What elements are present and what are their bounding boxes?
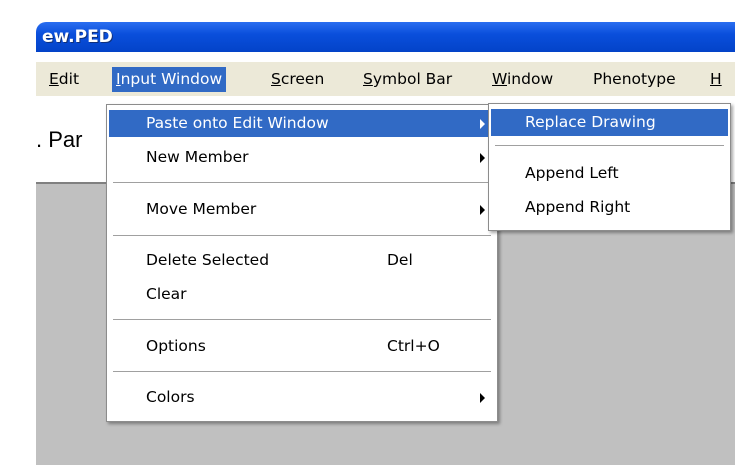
menu-item-clear[interactable]: Clear [109, 281, 495, 308]
title-bar[interactable]: ew.PED [36, 22, 735, 52]
menu-item-shortcut: Del [387, 251, 413, 269]
paste-submenu: Replace Drawing Append Left Append Right [488, 103, 731, 231]
menu-item-label: Delete Selected [146, 251, 270, 269]
menu-item-options[interactable]: Options Ctrl+O [109, 333, 495, 360]
menu-input-window[interactable]: Input Window [112, 67, 227, 92]
document-label: . Par [36, 127, 83, 152]
submenu-arrow-icon [480, 205, 485, 215]
menu-screen[interactable]: Screen [267, 67, 328, 92]
menu-item-label: Colors [146, 388, 195, 406]
input-window-menu: Paste onto Edit Window New Member Move M… [106, 104, 498, 422]
menu-item-label: Clear [146, 285, 187, 303]
window-title: ew.PED [42, 27, 113, 47]
menu-separator [495, 145, 724, 146]
submenu-item-append-left[interactable]: Append Left [491, 160, 728, 187]
menu-item-label: Paste onto Edit Window [146, 114, 329, 132]
menu-separator [113, 235, 491, 236]
menu-help[interactable]: H [706, 67, 726, 92]
submenu-item-append-right[interactable]: Append Right [491, 194, 728, 221]
menu-symbol-bar[interactable]: Symbol Bar [359, 67, 456, 92]
menu-item-label: Append Right [525, 198, 631, 216]
menu-item-delete-selected[interactable]: Delete Selected Del [109, 247, 495, 274]
menu-item-paste-onto-edit-window[interactable]: Paste onto Edit Window [109, 110, 495, 137]
submenu-arrow-icon [480, 119, 485, 129]
menu-item-label: New Member [146, 148, 249, 166]
menu-separator [113, 182, 491, 183]
menu-edit[interactable]: Edit [45, 67, 83, 92]
menu-item-move-member[interactable]: Move Member [109, 196, 495, 223]
menu-phenotype[interactable]: Phenotype [589, 67, 680, 92]
menu-item-new-member[interactable]: New Member [109, 144, 495, 171]
menu-item-label: Move Member [146, 200, 257, 218]
menu-bar: Edit Input Window Screen Symbol Bar Wind… [36, 62, 735, 97]
menu-separator [113, 371, 491, 372]
menu-window[interactable]: Window [488, 67, 557, 92]
submenu-arrow-icon [480, 393, 485, 403]
menu-item-label: Options [146, 337, 206, 355]
menu-item-shortcut: Ctrl+O [387, 337, 440, 355]
menu-separator [113, 319, 491, 320]
menu-item-label: Replace Drawing [525, 113, 656, 131]
menu-item-label: Append Left [525, 164, 619, 182]
submenu-arrow-icon [480, 153, 485, 163]
menu-item-colors[interactable]: Colors [109, 384, 495, 411]
submenu-item-replace-drawing[interactable]: Replace Drawing [491, 109, 728, 136]
